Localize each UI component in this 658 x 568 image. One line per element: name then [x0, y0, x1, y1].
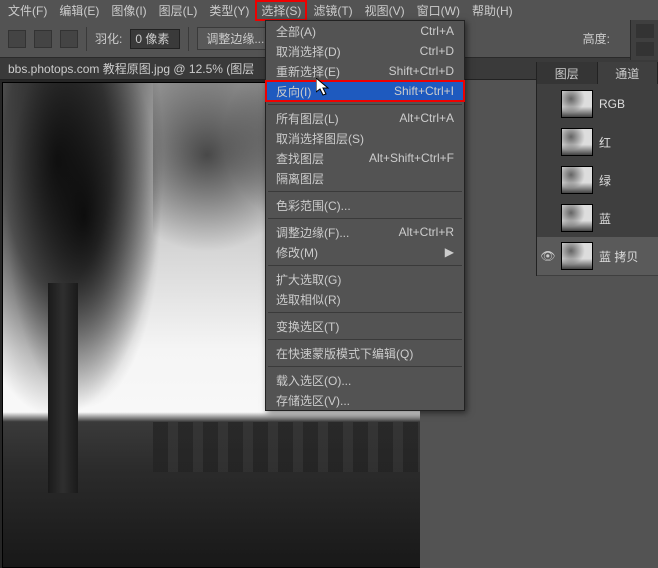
- menu-item-all-layers[interactable]: 所有图层(L)Alt+Ctrl+A: [266, 108, 464, 128]
- channel-row-rgb[interactable]: RGB: [537, 85, 658, 123]
- menu-item-load-selection[interactable]: 载入选区(O)...: [266, 370, 464, 390]
- menu-select[interactable]: 选择(S): [255, 0, 307, 21]
- menu-help[interactable]: 帮助(H): [466, 0, 519, 21]
- menu-view[interactable]: 视图(V): [359, 0, 411, 21]
- channel-thumb: [561, 166, 593, 194]
- height-label: 高度:: [583, 30, 610, 47]
- channel-row-blue[interactable]: 蓝: [537, 199, 658, 237]
- channel-thumb: [561, 242, 593, 270]
- menu-separator: [268, 312, 462, 313]
- menu-item-isolate-layers[interactable]: 隔离图层: [266, 168, 464, 188]
- menu-item-similar[interactable]: 选取相似(R): [266, 289, 464, 309]
- menu-item-quick-mask[interactable]: 在快速蒙版模式下编辑(Q): [266, 343, 464, 363]
- visibility-icon[interactable]: [541, 97, 555, 111]
- menu-item-inverse[interactable]: 反向(I)Shift+Ctrl+I: [266, 81, 464, 101]
- visibility-icon[interactable]: 👁: [541, 249, 555, 263]
- visibility-icon[interactable]: [541, 173, 555, 187]
- menu-image[interactable]: 图像(I): [105, 0, 152, 21]
- channel-thumb: [561, 128, 593, 156]
- separator: [86, 27, 87, 51]
- collapsed-panel-strip[interactable]: [630, 20, 658, 60]
- menu-item-grow[interactable]: 扩大选取(G): [266, 269, 464, 289]
- channel-thumb: [561, 90, 593, 118]
- menu-window[interactable]: 窗口(W): [411, 0, 466, 21]
- menu-file[interactable]: 文件(F): [2, 0, 53, 21]
- menu-bar: 文件(F) 编辑(E) 图像(I) 图层(L) 类型(Y) 选择(S) 滤镜(T…: [0, 0, 658, 20]
- channel-row-green[interactable]: 绿: [537, 161, 658, 199]
- visibility-icon[interactable]: [541, 135, 555, 149]
- channel-list: RGB 红 绿 蓝 👁蓝 拷贝: [537, 84, 658, 276]
- document-title: bbs.photops.com 教程原图.jpg @ 12.5% (图层: [8, 60, 254, 77]
- menu-separator: [268, 366, 462, 367]
- menu-item-color-range[interactable]: 色彩范围(C)...: [266, 195, 464, 215]
- menu-item-transform-selection[interactable]: 变换选区(T): [266, 316, 464, 336]
- menu-separator: [268, 339, 462, 340]
- menu-item-find-layers[interactable]: 查找图层Alt+Shift+Ctrl+F: [266, 148, 464, 168]
- menu-separator: [268, 218, 462, 219]
- feather-label: 羽化:: [95, 30, 122, 47]
- menu-item-reselect: 重新选择(E)Shift+Ctrl+D: [266, 61, 464, 81]
- menu-separator: [268, 191, 462, 192]
- channels-panel: 图层 通道 RGB 红 绿 蓝 👁蓝 拷贝: [536, 62, 658, 276]
- tool-icon[interactable]: [8, 30, 26, 48]
- visibility-icon[interactable]: [541, 211, 555, 225]
- tab-layers[interactable]: 图层: [537, 62, 598, 84]
- menu-filter[interactable]: 滤镜(T): [307, 0, 358, 21]
- menu-item-deselect[interactable]: 取消选择(D)Ctrl+D: [266, 41, 464, 61]
- channel-row-blue-copy[interactable]: 👁蓝 拷贝: [537, 237, 658, 275]
- selection-mode-icon[interactable]: [60, 30, 78, 48]
- select-menu-dropdown: 全部(A)Ctrl+A 取消选择(D)Ctrl+D 重新选择(E)Shift+C…: [265, 20, 465, 411]
- menu-item-refine-edge[interactable]: 调整边缘(F)...Alt+Ctrl+R: [266, 222, 464, 242]
- menu-layer[interactable]: 图层(L): [153, 0, 204, 21]
- separator: [188, 27, 189, 51]
- feather-input[interactable]: [130, 29, 180, 49]
- menu-edit[interactable]: 编辑(E): [53, 0, 105, 21]
- menu-type[interactable]: 类型(Y): [203, 0, 255, 21]
- menu-item-all[interactable]: 全部(A)Ctrl+A: [266, 21, 464, 41]
- menu-item-deselect-layers[interactable]: 取消选择图层(S): [266, 128, 464, 148]
- refine-edge-button[interactable]: 调整边缘...: [197, 27, 273, 50]
- tab-channels[interactable]: 通道: [598, 62, 658, 84]
- channel-thumb: [561, 204, 593, 232]
- selection-mode-icon[interactable]: [34, 30, 52, 48]
- menu-item-modify[interactable]: 修改(M)▶: [266, 242, 464, 262]
- channel-row-red[interactable]: 红: [537, 123, 658, 161]
- menu-separator: [268, 265, 462, 266]
- menu-item-save-selection[interactable]: 存储选区(V)...: [266, 390, 464, 410]
- menu-separator: [268, 104, 462, 105]
